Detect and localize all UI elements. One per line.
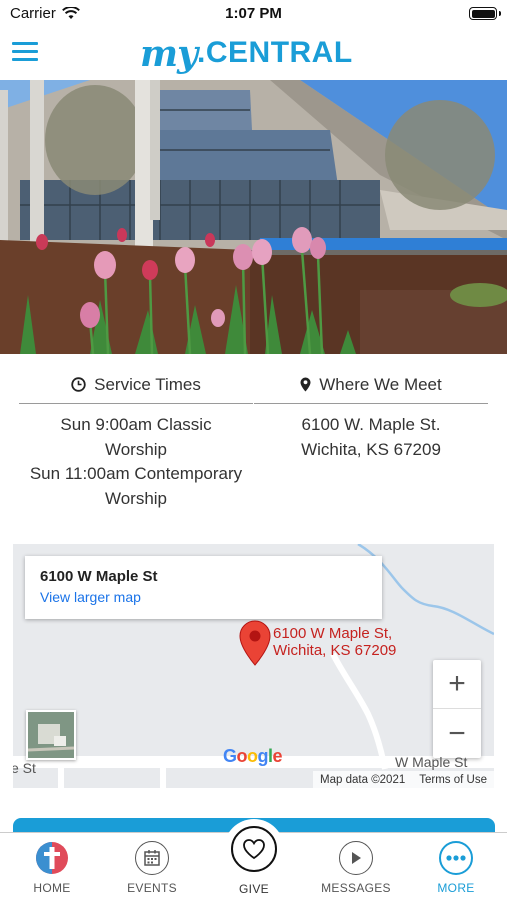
google-letter: G bbox=[223, 746, 237, 766]
more-dots-icon bbox=[439, 841, 473, 875]
service-line: Worship bbox=[104, 488, 168, 508]
view-larger-map-link[interactable]: View larger map bbox=[40, 589, 382, 605]
tab-more[interactable]: MORE bbox=[416, 841, 496, 899]
tab-home[interactable]: HOME bbox=[12, 841, 92, 899]
status-time: 1:07 PM bbox=[225, 5, 282, 22]
service-line: Sun 11:00am Contemporary bbox=[29, 464, 243, 483]
google-logo: Google bbox=[223, 746, 283, 767]
address-block: 6100 W. Maple St. Wichita, KS 67209 bbox=[254, 404, 488, 462]
tab-label: EVENTS bbox=[127, 881, 177, 895]
where-we-meet-heading: Where We Meet bbox=[254, 366, 488, 404]
menu-icon[interactable] bbox=[12, 42, 38, 62]
pin-label-line: Wichita, KS 67209 bbox=[273, 642, 397, 659]
location-map[interactable]: 6100 W Maple St View larger map 6100 W M… bbox=[13, 544, 494, 788]
app-logo: my .CENTRAL bbox=[140, 28, 353, 74]
where-we-meet-title: Where We Meet bbox=[319, 374, 442, 394]
clock-icon bbox=[71, 377, 86, 392]
tab-give[interactable] bbox=[224, 819, 284, 879]
map-card-title: 6100 W Maple St bbox=[40, 568, 158, 585]
service-times-list: Sun 9:00am Classic Worship Sun 11:00am C… bbox=[19, 404, 253, 511]
service-line: Sun 9:00am Classic bbox=[60, 415, 212, 434]
service-times-heading: Service Times bbox=[19, 366, 253, 404]
church-hero-image bbox=[0, 80, 507, 354]
map-pin-label: 6100 W Maple St, Wichita, KS 67209 bbox=[273, 625, 396, 659]
where-we-meet-section: Where We Meet 6100 W. Maple St. Wichita,… bbox=[254, 366, 488, 462]
tab-give-label: GIVE bbox=[239, 882, 269, 896]
zoom-controls: + − bbox=[433, 660, 481, 758]
tab-messages[interactable]: MESSAGES bbox=[316, 841, 396, 899]
pin-label-line: 6100 W Maple St, bbox=[273, 625, 393, 642]
map-marker-icon bbox=[300, 377, 311, 392]
app-header: my .CENTRAL bbox=[0, 28, 507, 80]
google-letter: o bbox=[236, 746, 248, 766]
terms-of-use-link[interactable]: Terms of Use bbox=[419, 774, 487, 786]
service-line: Worship bbox=[104, 439, 168, 459]
service-times-title: Service Times bbox=[94, 374, 201, 394]
map-info-card: 6100 W Maple St View larger map bbox=[25, 556, 382, 619]
status-bar: Carrier 1:07 PM bbox=[0, 0, 507, 28]
map-data-label: Map data ©2021 bbox=[320, 773, 406, 786]
tab-label: MESSAGES bbox=[321, 881, 391, 895]
battery-icon bbox=[469, 7, 501, 20]
map-pin-icon[interactable] bbox=[239, 620, 271, 666]
logo-text: .CENTRAL bbox=[197, 36, 353, 69]
zoom-out-button[interactable]: − bbox=[433, 709, 481, 758]
service-times-section: Service Times Sun 9:00am Classic Worship… bbox=[19, 366, 253, 511]
heart-icon bbox=[231, 826, 277, 872]
tab-events[interactable]: EVENTS bbox=[112, 841, 192, 899]
calendar-icon bbox=[135, 841, 169, 875]
google-letter: g bbox=[257, 746, 269, 766]
satellite-toggle-button[interactable] bbox=[26, 710, 76, 760]
street-label: W Maple St bbox=[395, 754, 468, 770]
home-logo-icon bbox=[35, 841, 69, 875]
google-letter: e bbox=[272, 746, 283, 766]
play-icon bbox=[339, 841, 373, 875]
tab-label: MORE bbox=[437, 881, 475, 895]
tab-label: HOME bbox=[33, 881, 71, 895]
map-attribution: Map data ©2021 Terms of Use bbox=[313, 771, 494, 788]
logo-script: my bbox=[140, 33, 198, 75]
address-line: 6100 W. Maple St. bbox=[301, 415, 441, 434]
google-letter: o bbox=[247, 746, 258, 766]
street-label: e St bbox=[13, 760, 36, 776]
address-line: Wichita, KS 67209 bbox=[301, 439, 441, 459]
zoom-in-button[interactable]: + bbox=[433, 660, 481, 709]
